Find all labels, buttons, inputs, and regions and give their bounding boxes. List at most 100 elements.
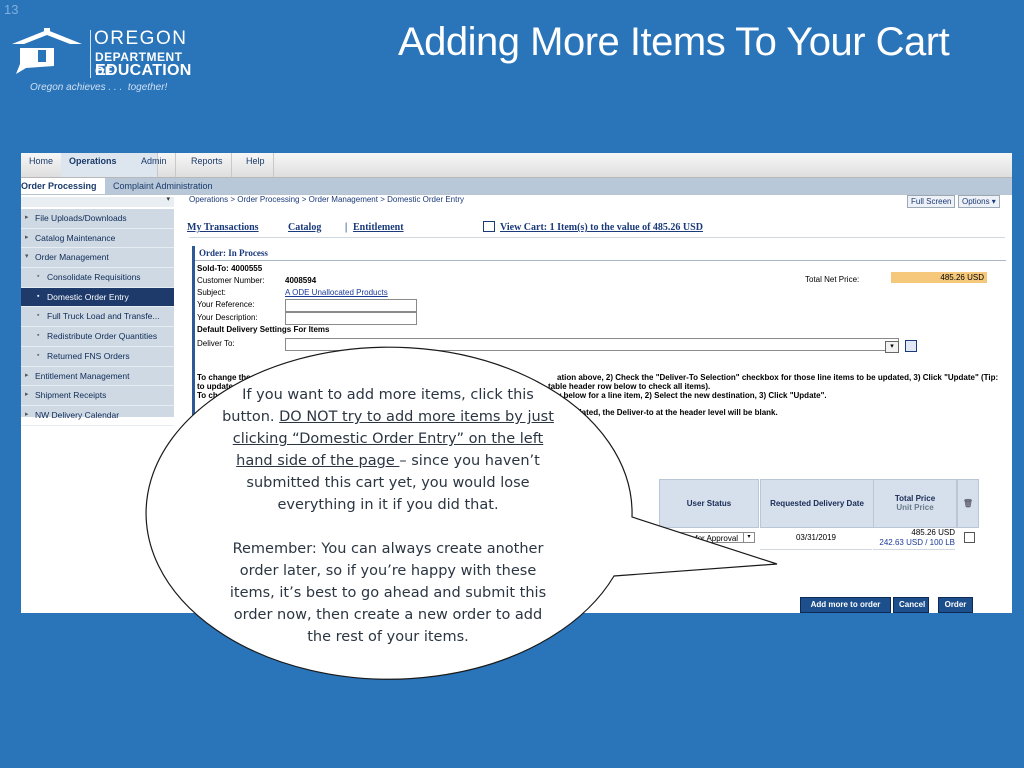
sidebar-item-order-management[interactable]: ▾ Order Management (21, 248, 174, 269)
options-button[interactable]: Options ▾ (958, 195, 1000, 208)
your-reference-input[interactable] (285, 299, 417, 312)
subject-label: Subject: (197, 288, 226, 297)
cancel-button[interactable]: Cancel (893, 597, 929, 613)
unit-price-header: Unit Price (896, 503, 934, 512)
bullet-icon: ▪ (37, 273, 40, 281)
sidebar-item-nw-delivery-calendar[interactable]: ▸ NW Delivery Calendar (21, 406, 174, 426)
address-lookup-icon[interactable] (905, 340, 917, 352)
sidebar-collapse-bar[interactable]: ▾ (21, 196, 174, 207)
schoolhouse-logo-icon (12, 28, 82, 74)
user-status-value: Ready for Approval (670, 534, 739, 543)
sidebar-item-domestic-order-entry[interactable]: ▪ Domestic Order Entry (21, 287, 174, 308)
sidebar-item-consolidate-requisitions[interactable]: ▪ Consolidate Requisitions (21, 268, 174, 288)
subject-link[interactable]: A ODE Unallocated Products (285, 288, 388, 297)
user-status-select[interactable]: Ready for Approval ▾ (667, 532, 755, 543)
sidebar-item-redistribute-order-quantities[interactable]: ▪ Redistribute Order Quantities (21, 327, 174, 347)
chevron-down-icon[interactable]: ▾ (885, 341, 899, 353)
sidebar-item-label: Order Management (35, 252, 109, 263)
bullet-icon: ▪ (37, 332, 40, 340)
divider (189, 237, 1005, 238)
sidebar-item-file-uploads[interactable]: ▸ File Uploads/Downloads (21, 209, 174, 229)
row-checkbox[interactable] (964, 532, 975, 543)
total-net-price-label: Total Net Price: (805, 275, 860, 284)
callout-paragraph-2: Remember: You can always create another … (229, 541, 547, 645)
chevron-down-icon[interactable]: ▾ (743, 533, 754, 542)
trash-icon[interactable]: 🗑 (963, 499, 973, 508)
order-button[interactable]: Order (938, 597, 973, 613)
deliver-to-select[interactable] (285, 338, 899, 351)
sidebar-item-shipment-receipts[interactable]: ▸ Shipment Receipts (21, 386, 174, 406)
default-delivery-heading: Default Delivery Settings For Items (197, 325, 330, 334)
col-total-price[interactable]: Total Price Unit Price (873, 479, 957, 528)
tab-admin[interactable]: Admin (133, 153, 176, 177)
your-description-input[interactable] (285, 312, 417, 325)
link-separator: | (345, 222, 348, 233)
logo-tagline: Oregon achieves . . . together! (30, 82, 168, 93)
tab-home[interactable]: Home (21, 153, 63, 177)
tab-help[interactable]: Help (238, 153, 274, 177)
your-description-label: Your Description: (197, 313, 258, 322)
cart-icon[interactable] (483, 221, 495, 232)
sidebar-item-returned-fns-orders[interactable]: ▪ Returned FNS Orders (21, 347, 174, 367)
sidebar: ▸ File Uploads/Downloads ▸ Catalog Mainten… (21, 209, 174, 426)
bullet-icon: ▪ (37, 312, 40, 320)
catalog-link[interactable]: Catalog (288, 222, 321, 233)
your-reference-label: Your Reference: (197, 300, 255, 309)
sidebar-item-full-truck-load[interactable]: ▪ Full Truck Load and Transfe... (21, 307, 174, 328)
order-heading: Order: In Process (199, 248, 268, 258)
cell-quantity: /10 LB (617, 527, 657, 550)
add-more-to-order-button[interactable]: Add more to order (800, 597, 891, 613)
sidebar-item-label: Entitlement Management (35, 370, 130, 381)
instruction-1b: ation above, 2) Check the "Deliver-To Se… (557, 373, 999, 382)
sidebar-item-label: Shipment Receipts (35, 390, 107, 401)
sidebar-item-label: Consolidate Requisitions (47, 272, 141, 283)
instruction-3b: w below for a line item, 2) Select the n… (555, 391, 827, 400)
divider (195, 260, 1006, 261)
row-unit-price: 242.63 USD / 100 LB (879, 538, 955, 547)
sidebar-item-label: Catalog Maintenance (35, 232, 116, 243)
sidebar-item-catalog-maintenance[interactable]: ▸ Catalog Maintenance (21, 229, 174, 249)
total-price-header: Total Price (894, 494, 936, 503)
total-net-price-value: 485.26 USD (891, 272, 987, 283)
col-delete[interactable]: 🗑 (957, 479, 979, 528)
cell-price: 485.26 USD 242.63 USD / 100 LB (873, 527, 955, 550)
collapse-arrow-icon: ▾ (166, 196, 170, 203)
instruction-4a: Once (197, 408, 218, 417)
sidebar-item-label: File Uploads/Downloads (35, 213, 127, 223)
expand-arrow-icon: ▸ (25, 233, 29, 241)
sidebar-item-entitlement-management[interactable]: ▸ Entitlement Management (21, 367, 174, 387)
tab-reports[interactable]: Reports (183, 153, 232, 177)
sidebar-item-label: Returned FNS Orders (47, 350, 130, 361)
slide-title: Adding More Items To Your Cart (398, 20, 950, 64)
logo-state: OREGON (94, 28, 188, 49)
breadcrumb[interactable]: Operations > Order Processing > Order Ma… (189, 195, 464, 204)
sold-to-label: Sold-To: 4000555 (197, 264, 263, 273)
instruction-2b: table header row below to check all item… (548, 382, 711, 391)
oregon-doe-logo: OREGON DEPARTMENT OF EDUCATION Oregon ac… (8, 26, 198, 96)
expand-arrow-icon: ▸ (25, 410, 29, 418)
expand-arrow-icon: ▸ (25, 391, 29, 399)
col-user-status[interactable]: User Status (659, 479, 759, 528)
col-requested-delivery-date[interactable]: Requested Delivery Date (760, 479, 874, 528)
tab-order-processing[interactable]: Order Processing (21, 178, 108, 194)
sidebar-item-label: Full Truck Load and Transfe... (47, 311, 160, 322)
deliver-to-label: Deliver To: (197, 339, 235, 348)
full-screen-button[interactable]: Full Screen (907, 195, 956, 208)
expand-arrow-icon: ▸ (25, 214, 29, 221)
my-transactions-link[interactable]: My Transactions (187, 222, 259, 233)
logo-divider (90, 30, 91, 78)
entitlement-link[interactable]: Entitlement (353, 222, 404, 233)
view-cart-link[interactable]: View Cart: 1 Item(s) to the value of 485… (500, 222, 703, 233)
instruction-4b: updated, the Deliver-to at the header le… (567, 408, 778, 417)
instruction-1a: To change the destination (197, 373, 296, 382)
customer-number-value: 4008594 (285, 276, 317, 285)
sidebar-item-label: Domestic Order Entry (47, 291, 129, 302)
tab-complaint-administration[interactable]: Complaint Administration (105, 178, 1012, 194)
callout-paragraph-1: If you want to add more items, click thi… (222, 384, 554, 516)
bullet-icon: ▪ (37, 351, 40, 359)
callout-text: If you want to add more items, click thi… (222, 384, 554, 648)
row-total-price: 485.26 USD (911, 528, 955, 537)
expand-arrow-icon: ▸ (25, 371, 29, 379)
sub-navigation: Order Processing Complaint Administratio… (21, 178, 1012, 195)
sidebar-item-label: Redistribute Order Quantities (47, 331, 158, 342)
